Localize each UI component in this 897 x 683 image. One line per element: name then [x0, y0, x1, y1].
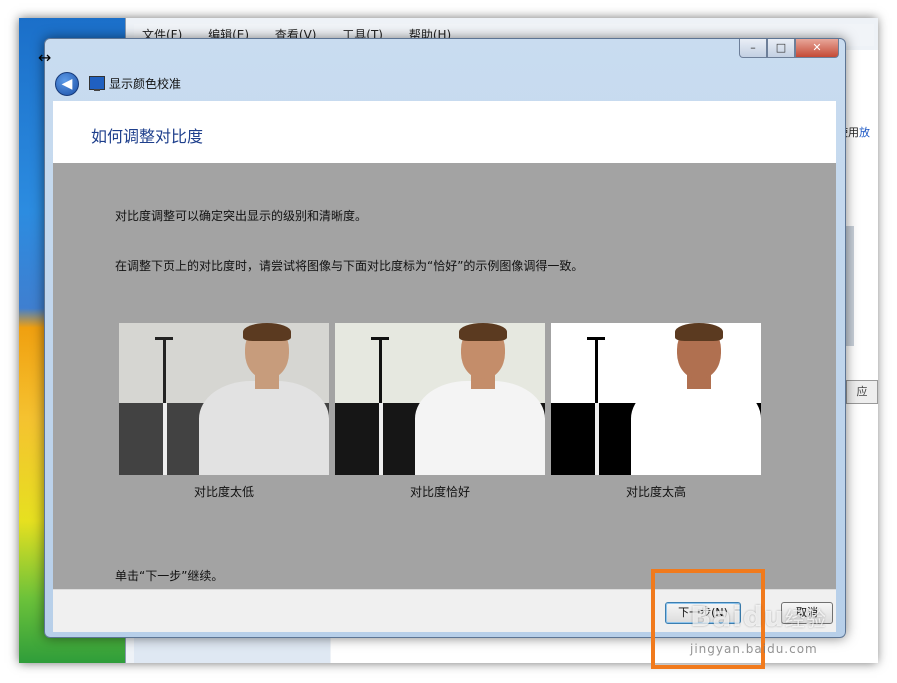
back-arrow-icon[interactable]: ◀ [55, 72, 79, 96]
minimize-button[interactable]: – [739, 39, 767, 58]
maximize-button[interactable]: □ [767, 39, 795, 58]
caption-low: 对比度太低 [193, 485, 254, 499]
watermark-url: jingyan.baidu.com [690, 642, 818, 656]
baidu-watermark: Baidu经验 [690, 600, 827, 633]
background-apply-button[interactable]: 应 [846, 380, 878, 404]
caption-high: 对比度太高 [625, 485, 686, 499]
caption-good: 对比度恰好 [409, 485, 470, 499]
sample-image-good [335, 323, 545, 475]
page-title: 如何调整对比度 [91, 127, 204, 146]
sample-image-low [119, 323, 329, 475]
close-button[interactable]: ✕ [795, 39, 839, 58]
resize-cursor-icon: ↔ [38, 48, 52, 67]
app-title: 显示颜色校准 [109, 77, 182, 91]
sample-image-high [551, 323, 761, 475]
window-controls: – □ ✕ [739, 39, 839, 59]
background-link[interactable]: 放 [859, 126, 870, 139]
calibration-dialog: – □ ✕ ◀ 显示颜色校准 如何调整对比度 对比度调整可以确定突出显示的级别和… [44, 38, 846, 638]
intro-paragraph: 对比度调整可以确定突出显示的级别和清晰度。 [115, 209, 368, 223]
person-image [631, 323, 761, 475]
person-image [199, 323, 329, 475]
monitor-icon [89, 76, 105, 91]
instruction-paragraph: 在调整下页上的对比度时，请尝试将图像与下面对比度标为“恰好”的示例图像调得一致。 [115, 259, 584, 273]
continue-instruction: 单击“下一步”继续。 [115, 569, 224, 583]
dialog-header: 如何调整对比度 [53, 101, 836, 163]
person-image [415, 323, 545, 475]
dialog-body: 对比度调整可以确定突出显示的级别和清晰度。 在调整下页上的对比度时，请尝试将图像… [53, 163, 836, 589]
